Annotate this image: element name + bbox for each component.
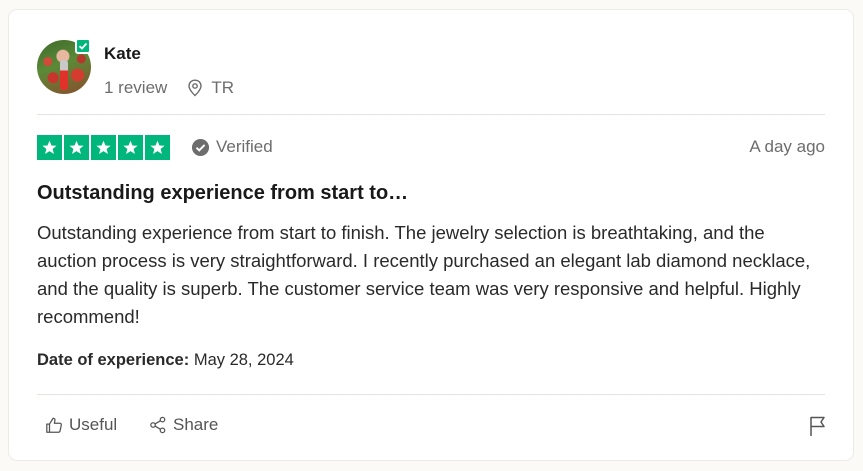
review-card: Kate 1 review TR Verified A day ago Outs… xyxy=(8,9,854,461)
location-pin-icon xyxy=(188,79,203,97)
experience-label: Date of experience: xyxy=(37,351,190,369)
date-of-experience: Date of experience: May 28, 2024 xyxy=(37,351,294,370)
star-icon xyxy=(91,135,116,160)
avatar-figure xyxy=(60,60,68,90)
experience-date: May 28, 2024 xyxy=(193,351,294,369)
useful-button[interactable]: Useful xyxy=(45,415,117,435)
reviewer-name[interactable]: Kate xyxy=(104,44,141,64)
share-label: Share xyxy=(173,415,219,434)
verified-badge-icon xyxy=(75,38,91,54)
reviewer-location: TR xyxy=(187,78,234,98)
star-icon xyxy=(145,135,170,160)
flag-icon xyxy=(810,416,825,436)
location-text: TR xyxy=(211,78,234,97)
thumbs-up-icon xyxy=(46,417,62,433)
reviewer-meta: 1 review TR xyxy=(104,78,234,98)
review-title[interactable]: Outstanding experience from start to… xyxy=(37,182,408,205)
star-icon xyxy=(37,135,62,160)
reviewer-header: Kate 1 review TR xyxy=(37,38,827,98)
star-icon xyxy=(64,135,89,160)
verified-label[interactable]: Verified xyxy=(191,137,273,157)
divider xyxy=(37,114,825,115)
useful-label: Useful xyxy=(69,415,118,434)
verified-text: Verified xyxy=(216,137,273,156)
verified-check-icon xyxy=(191,138,210,156)
rating-row: Verified A day ago xyxy=(37,135,825,161)
review-body: Outstanding experience from start to fin… xyxy=(37,222,811,327)
report-flag-button[interactable] xyxy=(809,415,827,442)
divider xyxy=(37,394,825,395)
review-count[interactable]: 1 review xyxy=(104,78,167,98)
star-icon xyxy=(118,135,143,160)
share-button[interactable]: Share xyxy=(149,415,218,435)
share-icon xyxy=(150,416,166,434)
review-actions: Useful Share xyxy=(37,415,827,439)
star-rating xyxy=(37,135,170,160)
review-date: A day ago xyxy=(749,137,825,156)
